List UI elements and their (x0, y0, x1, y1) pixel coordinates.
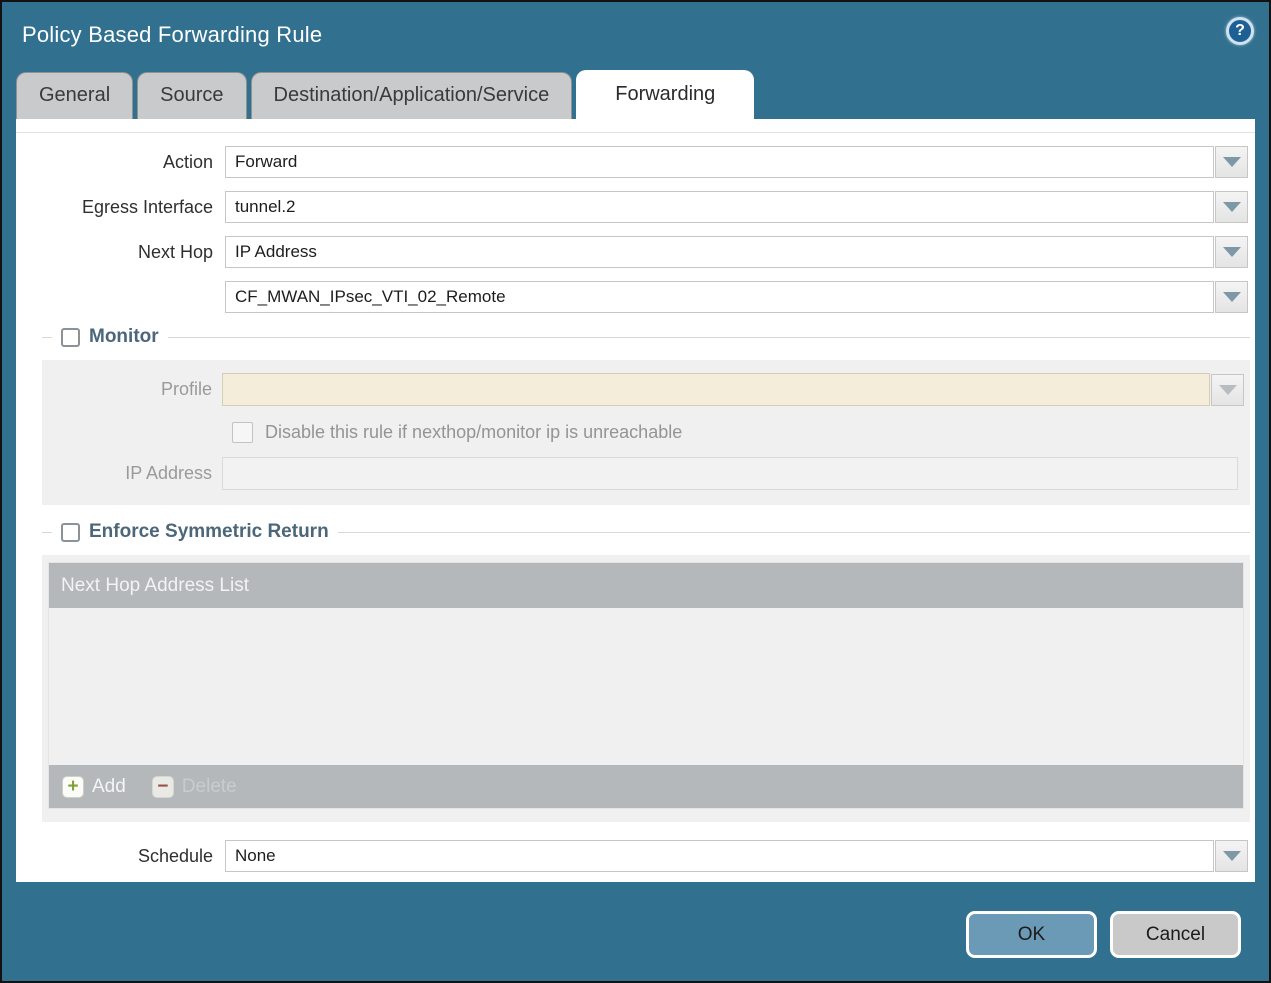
schedule-dropdown-button[interactable] (1215, 840, 1248, 872)
monitor-legend: Monitor (52, 326, 168, 348)
monitor-section: Monitor Profile Disable this rule if nex… (42, 326, 1250, 505)
next-hop-address-list-header: Next Hop Address List (49, 563, 1243, 608)
cancel-button[interactable]: Cancel (1110, 911, 1241, 958)
schedule-select[interactable]: None (225, 840, 1214, 872)
add-button[interactable]: + Add (62, 776, 126, 798)
delete-button-label: Delete (182, 776, 237, 798)
profile-label: Profile (42, 379, 222, 400)
chevron-down-icon (1223, 292, 1241, 302)
monitor-ip-input-disabled (222, 457, 1238, 490)
add-button-label: Add (92, 776, 126, 798)
enforce-symmetric-return-section: Enforce Symmetric Return Next Hop Addres… (42, 521, 1250, 822)
monitor-legend-label: Monitor (89, 326, 159, 348)
chevron-down-icon (1223, 247, 1241, 257)
action-select[interactable]: Forward (225, 146, 1214, 178)
next-hop-row: Next Hop IP Address (16, 236, 1248, 268)
tab-forwarding[interactable]: Forwarding (576, 70, 754, 119)
enforce-symmetric-return-checkbox[interactable] (61, 523, 80, 542)
monitor-ip-row: IP Address (42, 457, 1244, 490)
dialog-button-bar: OK Cancel (966, 911, 1241, 958)
egress-interface-dropdown-button[interactable] (1215, 191, 1248, 223)
minus-icon: − (152, 776, 174, 798)
next-hop-type-select[interactable]: IP Address (225, 236, 1214, 268)
profile-row: Profile (42, 373, 1244, 406)
action-dropdown-button[interactable] (1215, 146, 1248, 178)
profile-dropdown-button-disabled (1211, 374, 1244, 406)
next-hop-address-row: CF_MWAN_IPsec_VTI_02_Remote (16, 281, 1248, 313)
dialog-titlebar: Policy Based Forwarding Rule ? (2, 2, 1269, 68)
monitor-checkbox[interactable] (61, 328, 80, 347)
tab-destination-application-service[interactable]: Destination/Application/Service (251, 72, 573, 119)
next-hop-address-list-footer: + Add − Delete (49, 765, 1243, 808)
next-hop-type-dropdown-button[interactable] (1215, 236, 1248, 268)
next-hop-type-field: IP Address (225, 236, 1248, 268)
ok-button[interactable]: OK (966, 911, 1097, 958)
egress-interface-field: tunnel.2 (225, 191, 1248, 223)
tab-source[interactable]: Source (137, 72, 246, 119)
enforce-legend: Enforce Symmetric Return (52, 521, 338, 543)
action-label: Action (16, 152, 213, 173)
monitor-panel: Profile Disable this rule if nexthop/mon… (42, 360, 1250, 505)
egress-interface-select[interactable]: tunnel.2 (225, 191, 1214, 223)
egress-interface-label: Egress Interface (16, 197, 213, 218)
chevron-down-icon (1223, 157, 1241, 167)
schedule-row: Schedule None (16, 840, 1248, 872)
next-hop-address-select[interactable]: CF_MWAN_IPsec_VTI_02_Remote (225, 281, 1214, 313)
monitor-ip-label: IP Address (42, 463, 222, 484)
enforce-panel: Next Hop Address List + Add − Delete (42, 555, 1250, 822)
enforce-legend-label: Enforce Symmetric Return (89, 521, 329, 543)
egress-interface-row: Egress Interface tunnel.2 (16, 191, 1248, 223)
disable-rule-label: Disable this rule if nexthop/monitor ip … (265, 422, 682, 443)
action-field: Forward (225, 146, 1248, 178)
tab-underline (16, 132, 1255, 133)
next-hop-address-table: Next Hop Address List + Add − Delete (48, 562, 1244, 809)
tab-bar: General Source Destination/Application/S… (2, 68, 1269, 119)
next-hop-label: Next Hop (16, 242, 213, 263)
help-icon[interactable]: ? (1226, 17, 1254, 45)
dialog-title: Policy Based Forwarding Rule (22, 22, 322, 48)
delete-button-disabled: − Delete (152, 776, 237, 798)
chevron-down-icon (1223, 202, 1241, 212)
action-row: Action Forward (16, 146, 1248, 178)
next-hop-address-list-body[interactable] (49, 608, 1243, 765)
next-hop-address-dropdown-button[interactable] (1215, 281, 1248, 313)
schedule-label: Schedule (16, 846, 213, 867)
schedule-field: None (225, 840, 1248, 872)
profile-select-disabled (222, 373, 1210, 406)
chevron-down-icon (1219, 385, 1237, 395)
plus-icon: + (62, 776, 84, 798)
chevron-down-icon (1223, 851, 1241, 861)
forwarding-tab-panel: Action Forward Egress Interface tunnel.2… (16, 119, 1255, 882)
disable-rule-checkbox (232, 422, 253, 443)
tab-general[interactable]: General (16, 72, 133, 119)
disable-rule-row: Disable this rule if nexthop/monitor ip … (232, 422, 1244, 443)
policy-forwarding-dialog: Policy Based Forwarding Rule ? General S… (0, 0, 1271, 983)
next-hop-address-field: CF_MWAN_IPsec_VTI_02_Remote (225, 281, 1248, 313)
